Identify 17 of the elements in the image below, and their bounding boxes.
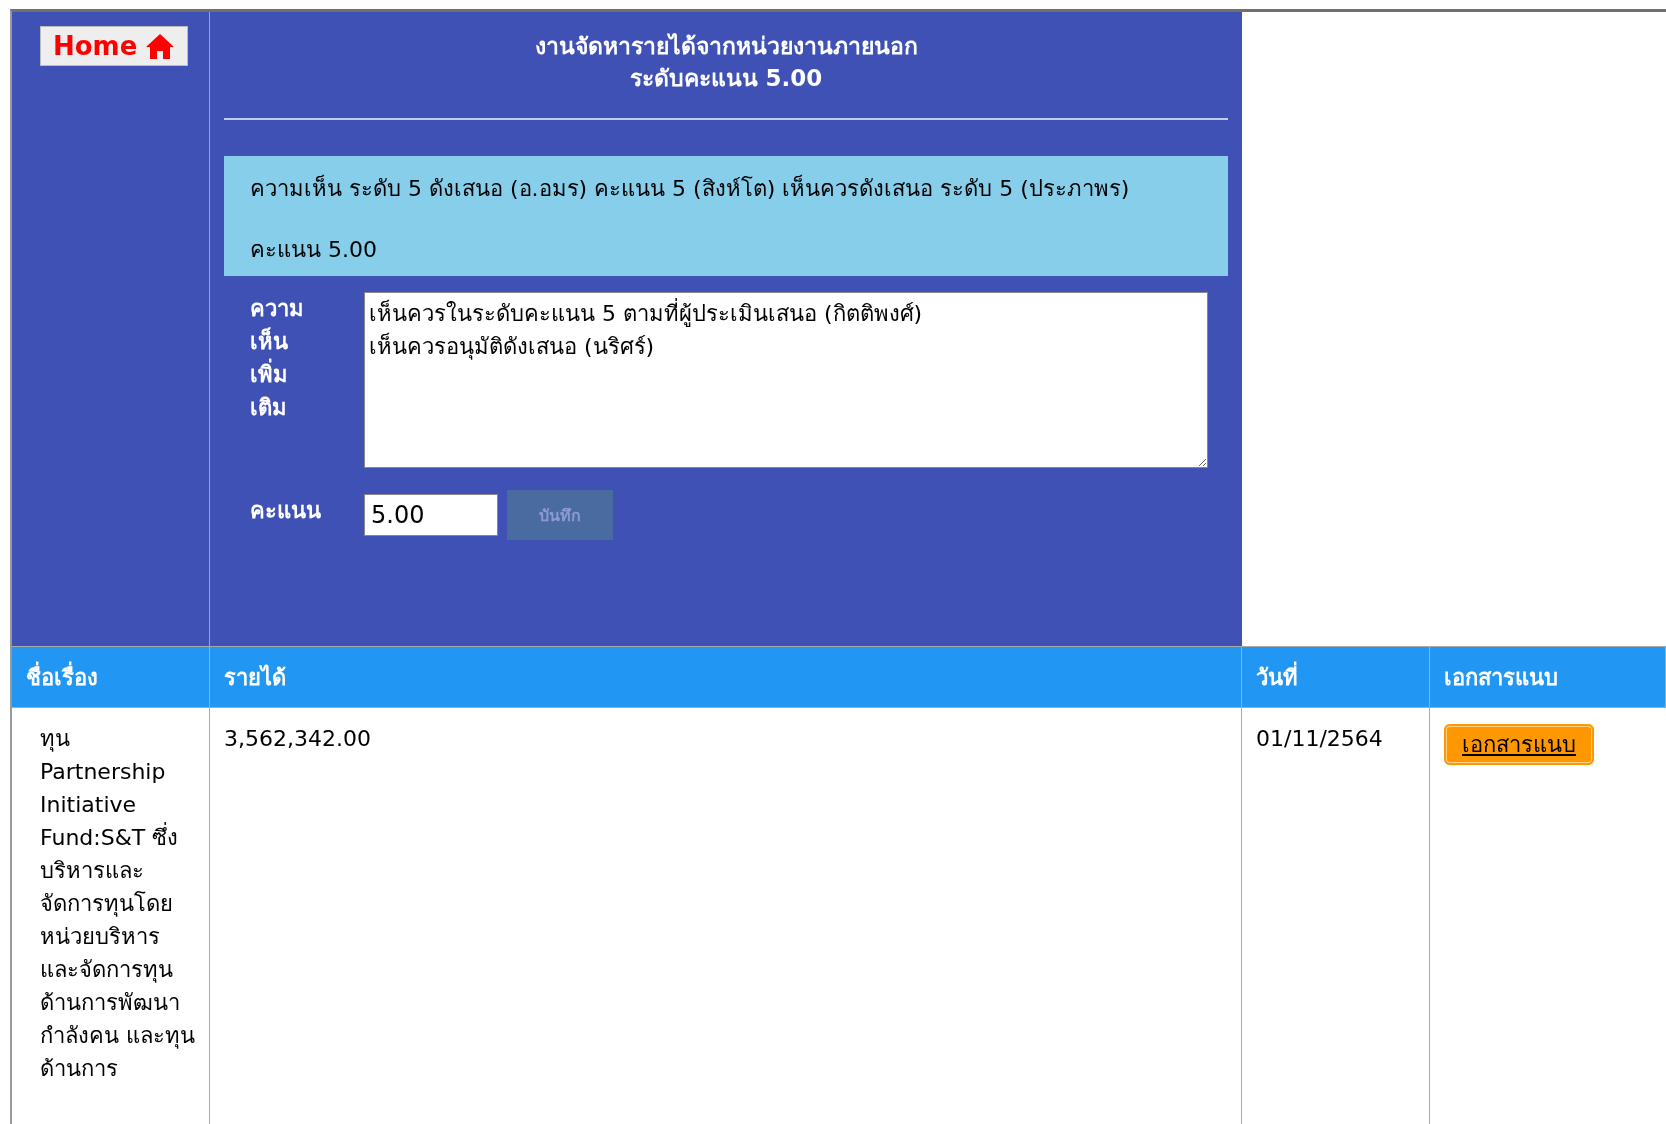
table-cell: 01/11/2564 [1242,708,1430,1124]
home-icon [145,32,176,60]
column-header: ชื่อเรื่อง [12,646,210,708]
page-title: งานจัดหารายได้จากหน่วยงานภายนอก [533,32,919,61]
score-label: คะแนน [250,497,322,526]
score-field[interactable]: 5.00 [364,494,498,537]
table-cell: ทุน Partnership Initiative Fund:S&T ซึ่งบริหารและจัดการทุนโดยหน่วยบริหารและจัดการทุนด้านการพัฒนากำลังคน และทุนด้านการ [12,708,210,1124]
column-header: เอกสารแนบ [1430,646,1666,708]
review-comment: ความเห็น ระดับ 5 ดังเสนอ (อ.อมร) คะแนน 5 (สิงห์โต) เห็นควรดังเสนอ ระดับ 5 (ประภาพร) [250,173,1131,204]
attachment-link[interactable]: เอกสารแนบ [1444,724,1594,765]
comment-field[interactable]: เห็นควรในระดับคะแนน 5 ตามที่ผู้ประเมินเสนอ (กิตติพงศ์) เห็นควรอนุมัติดังเสนอ (นริศร์) [364,292,1208,469]
review-score: คะแนน 5.00 [250,236,378,265]
comment-label: ความเห็นเพิ่มเติม [250,295,305,423]
table-cell: 3,562,342.00 [210,708,1242,1124]
score-level: ระดับคะแนน 5.00 [628,64,824,94]
column-header: รายได้ [210,646,1242,708]
column-header: วันที่ [1242,646,1430,708]
